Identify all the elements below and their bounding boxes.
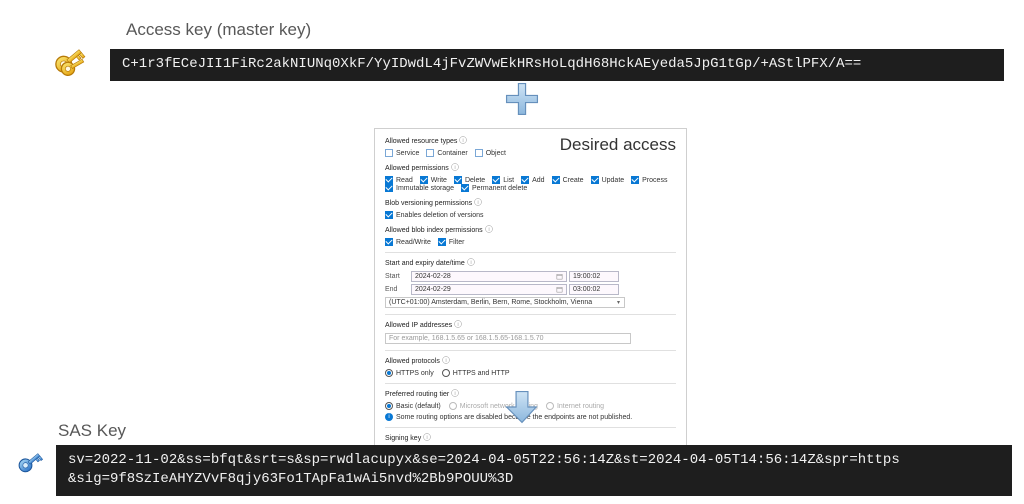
divider [385, 383, 676, 384]
key-icon [52, 44, 94, 86]
blob-index-label: Allowed blob index permissions i [385, 225, 676, 235]
dates-label: Start and expiry date/time i [385, 258, 676, 268]
info-icon: i [485, 225, 493, 235]
info-icon: i [385, 413, 393, 421]
immutable-checkbox[interactable] [385, 184, 393, 192]
svg-text:i: i [478, 200, 479, 206]
svg-text:i: i [488, 227, 489, 233]
info-icon: i [442, 356, 450, 366]
ms-routing-radio [449, 402, 457, 410]
readwrite-checkbox[interactable] [385, 238, 393, 246]
permissions-section: Allowed permissions i Read Write Delete … [385, 163, 676, 192]
access-key-value: C+1r3fECeJII1FiRc2akNIUNq0XkF/YyIDwdL4jF… [110, 49, 1004, 81]
calendar-icon [556, 286, 563, 293]
svg-text:i: i [445, 358, 446, 364]
key-icon [16, 449, 50, 491]
sas-key-row: sv=2022-11-02&ss=bfqt&srt=s&sp=rwdlacupy… [16, 445, 1012, 496]
write-checkbox[interactable] [420, 176, 428, 184]
svg-text:i: i [455, 391, 456, 397]
svg-text:i: i [470, 260, 471, 266]
sas-key-label: SAS Key [58, 421, 1012, 441]
service-checkbox[interactable] [385, 149, 393, 157]
delete-checkbox[interactable] [454, 176, 462, 184]
https-http-radio[interactable] [442, 369, 450, 377]
enables-deletion-checkbox[interactable] [385, 211, 393, 219]
info-icon: i [451, 389, 459, 399]
blob-index-section: Allowed blob index permissions i Read/Wr… [385, 225, 676, 246]
internet-routing-radio [546, 402, 554, 410]
info-icon: i [474, 198, 482, 208]
svg-text:i: i [463, 138, 464, 144]
ip-section: Allowed IP addresses i For example, 168.… [385, 320, 676, 344]
info-icon: i [451, 163, 459, 173]
start-date-input[interactable]: 2024-02-28 [411, 271, 567, 282]
timezone-select[interactable]: (UTC+01:00) Amsterdam, Berlin, Bern, Rom… [385, 297, 625, 308]
end-label: End [385, 286, 411, 293]
info-icon: i [467, 258, 475, 268]
access-key-label: Access key (master key) [126, 20, 1004, 40]
divider [385, 350, 676, 351]
blob-versioning-label: Blob versioning permissions i [385, 198, 676, 208]
end-date-input[interactable]: 2024-02-29 [411, 284, 567, 295]
access-key-section: Access key (master key) [52, 20, 1004, 86]
ip-label: Allowed IP addresses i [385, 320, 676, 330]
blob-versioning-section: Blob versioning permissions i Enables de… [385, 198, 676, 219]
list-checkbox[interactable] [492, 176, 500, 184]
basic-radio[interactable] [385, 402, 393, 410]
divider [385, 252, 676, 253]
svg-text:i: i [458, 322, 459, 328]
object-checkbox[interactable] [475, 149, 483, 157]
process-checkbox[interactable] [631, 176, 639, 184]
protocols-section: Allowed protocols i HTTPS only HTTPS and… [385, 356, 676, 377]
sas-key-section: SAS Key sv=2022-11-02&ss=bfqt& [16, 421, 1012, 496]
info-icon: i [459, 136, 467, 146]
sas-key-value: sv=2022-11-02&ss=bfqt&srt=s&sp=rwdlacupy… [56, 445, 1012, 496]
end-time-input[interactable]: 03:00:02 [569, 284, 619, 295]
start-label: Start [385, 273, 411, 280]
svg-text:i: i [454, 165, 455, 171]
protocols-label: Allowed protocols i [385, 356, 676, 366]
panel-overlay-title: Desired access [560, 135, 676, 155]
start-time-input[interactable]: 19:00:02 [569, 271, 619, 282]
container-checkbox[interactable] [426, 149, 434, 157]
update-checkbox[interactable] [591, 176, 599, 184]
divider [385, 314, 676, 315]
permissions-label: Allowed permissions i [385, 163, 676, 173]
add-checkbox[interactable] [521, 176, 529, 184]
https-only-radio[interactable] [385, 369, 393, 377]
create-checkbox[interactable] [552, 176, 560, 184]
permdelete-checkbox[interactable] [461, 184, 469, 192]
calendar-icon [556, 273, 563, 280]
plus-icon [503, 80, 541, 118]
filter-checkbox[interactable] [438, 238, 446, 246]
dates-section: Start and expiry date/time i Start 2024-… [385, 258, 676, 308]
info-icon: i [454, 320, 462, 330]
ip-input[interactable]: For example, 168.1.5.65 or 168.1.5.65-16… [385, 333, 631, 344]
